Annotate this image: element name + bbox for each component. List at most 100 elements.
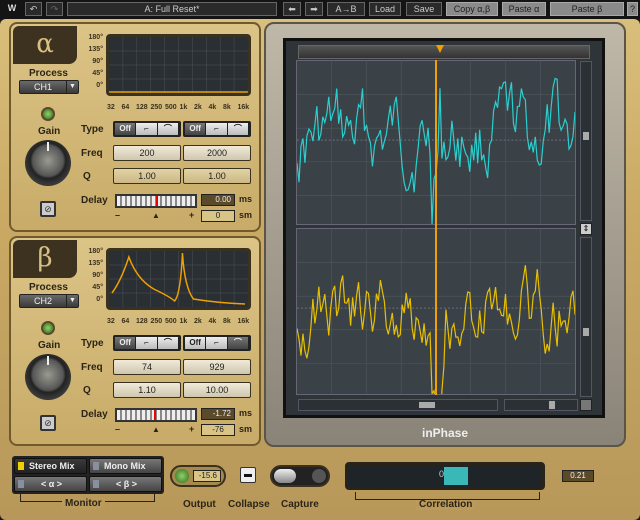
type-off-button[interactable]: Off (115, 123, 136, 135)
freq-tick-label: 8k (223, 318, 231, 325)
output-led (175, 469, 189, 483)
type-shelf-button[interactable]: ⌐ (136, 123, 157, 135)
alpha-delay-sm[interactable]: 0 (201, 210, 235, 222)
help-button[interactable]: ? (627, 2, 638, 16)
paste-alpha-button[interactable]: Paste α (502, 2, 546, 16)
time-scrollbar[interactable] (298, 399, 498, 411)
next-preset-button[interactable]: ➡ (305, 2, 323, 16)
output-value: -15.6 (193, 470, 221, 482)
type-shelf-button[interactable]: ⌐ (136, 337, 157, 349)
beta-delay-ms: -1.72 (201, 408, 235, 420)
type-bell-button[interactable]: ⌒ (227, 337, 248, 349)
phase-tick-label: 0° (96, 296, 103, 303)
type-shelf-button[interactable]: ⌐ (206, 123, 227, 135)
gain-label: Gain (38, 340, 61, 351)
chevron-down-icon: ▼ (66, 81, 78, 93)
paste-beta-button[interactable]: Paste β (550, 2, 624, 16)
filter-type-1[interactable]: Off ⌐ ⌒ (113, 121, 181, 137)
alpha-delay-slider[interactable] (115, 194, 197, 208)
beta-solo-label: < β > (116, 479, 138, 489)
center-marker-icon: ▲ (152, 425, 160, 434)
zoom-slider[interactable] (504, 399, 578, 411)
save-button[interactable]: Save (406, 2, 442, 16)
freq-tick-label: 1k (179, 318, 188, 325)
beta-gain-knob[interactable] (25, 354, 71, 400)
led-icon (18, 480, 24, 488)
freq-tick-label: 250 (150, 318, 163, 325)
beta-vertical-scrollbar[interactable] (580, 237, 592, 397)
beta-freq1-field[interactable]: 74 (113, 359, 181, 375)
freq-tick-label: 64 (121, 104, 130, 111)
type-bell-button[interactable]: ⌒ (157, 337, 178, 349)
phase-tick-label: 180° (88, 34, 103, 41)
minus-label: – (115, 210, 121, 220)
mono-mix-button[interactable]: Mono Mix (89, 458, 162, 474)
beta-link-button[interactable]: ⊘ (40, 415, 56, 431)
prev-preset-button[interactable]: ⬅ (283, 2, 301, 16)
alpha-link-button[interactable]: ⊘ (40, 201, 56, 217)
phase-tick-label: 135° (88, 46, 103, 53)
filter-type-1[interactable]: Off ⌐ ⌒ (113, 335, 181, 351)
type-off-button[interactable]: Off (185, 123, 206, 135)
freq-tick-label: 1k (179, 104, 188, 111)
phase-tick-label: 45° (92, 70, 103, 77)
alpha-process-select[interactable]: CH1 ▼ (19, 80, 79, 94)
alpha-vertical-scrollbar[interactable] (580, 61, 592, 221)
product-logo: inPhase (421, 426, 469, 440)
stereo-mix-button[interactable]: Stereo Mix (14, 458, 87, 474)
output-label: Output (183, 499, 216, 510)
a-to-b-button[interactable]: A→B (327, 2, 365, 16)
cursor-marker-icon[interactable] (436, 45, 444, 53)
delay-thumb[interactable] (156, 196, 158, 206)
link-zoom-button[interactable]: ⇕ (580, 223, 592, 235)
type-bell-button[interactable]: ⌒ (227, 123, 248, 135)
alpha-delay-ms: 0.00 (201, 194, 235, 206)
capture-toggle[interactable] (270, 465, 330, 487)
freq-tick-label: 8k (223, 104, 231, 111)
type-bell-button[interactable]: ⌒ (157, 123, 178, 135)
process-label: Process (29, 282, 68, 293)
beta-solo-button[interactable]: < β > (89, 476, 162, 492)
delay-label: Delay (81, 409, 108, 420)
collapse-label: Collapse (228, 499, 270, 510)
freq-label: Freq (81, 362, 103, 373)
undo-button[interactable]: ↶ (25, 2, 42, 16)
sm-unit: sm (239, 210, 253, 220)
preset-name[interactable]: A: Full Reset* (67, 2, 277, 16)
alpha-freq1-field[interactable]: 200 (113, 145, 181, 161)
beta-q1-field[interactable]: 1.10 (113, 382, 181, 398)
type-label: Type (81, 124, 104, 135)
beta-delay-sm[interactable]: -76 (201, 424, 235, 436)
phase-tick-label: 0° (96, 82, 103, 89)
type-shelf-button[interactable]: ⌐ (206, 337, 227, 349)
beta-q2-field[interactable]: 10.00 (183, 382, 251, 398)
alpha-solo-label: < α > (41, 479, 63, 489)
zoom-reset-button[interactable] (580, 399, 592, 411)
freq-tick-label: 500 (165, 318, 177, 325)
alpha-solo-button[interactable]: < α > (14, 476, 87, 492)
time-cursor[interactable] (435, 60, 437, 395)
load-button[interactable]: Load (369, 2, 401, 16)
filter-type-2[interactable]: Off ⌐ ⌒ (183, 335, 251, 351)
beta-symbol: β (13, 240, 77, 278)
scope-cursor-bar[interactable] (298, 45, 590, 59)
filter-type-2[interactable]: Off ⌐ ⌒ (183, 121, 251, 137)
plus-label: + (189, 424, 195, 434)
freq-tick-label: 2k (194, 318, 202, 325)
sm-unit: sm (239, 424, 253, 434)
alpha-gain-knob[interactable] (25, 140, 71, 186)
type-off-button[interactable]: Off (115, 337, 136, 349)
alpha-freq2-field[interactable]: 2000 (183, 145, 251, 161)
collapse-button[interactable] (240, 467, 256, 483)
beta-process-select[interactable]: CH2 ▼ (19, 294, 79, 308)
freq-tick-label: 16k (237, 104, 250, 111)
beta-freq2-field[interactable]: 929 (183, 359, 251, 375)
type-off-button[interactable]: Off (185, 337, 206, 349)
process-value: CH2 (34, 296, 53, 306)
delay-thumb[interactable] (154, 410, 157, 420)
beta-delay-slider[interactable] (115, 408, 197, 422)
redo-button[interactable]: ↷ (46, 2, 63, 16)
copy-button[interactable]: Copy α,β (446, 2, 498, 16)
alpha-q2-field[interactable]: 1.00 (183, 168, 251, 184)
alpha-q1-field[interactable]: 1.00 (113, 168, 181, 184)
